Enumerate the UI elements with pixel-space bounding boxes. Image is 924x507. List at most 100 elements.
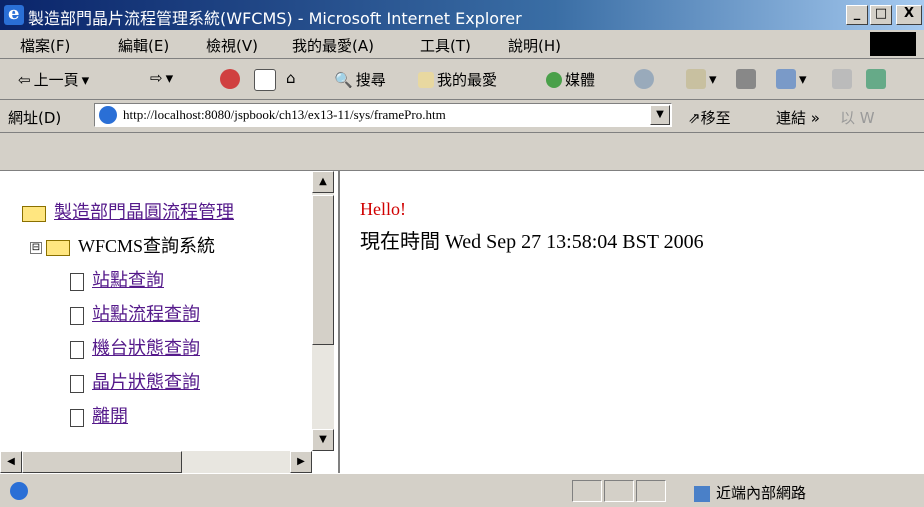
folder-icon	[22, 205, 46, 222]
chevron-down-icon: ▾	[165, 69, 174, 87]
minimize-button[interactable]: _	[846, 5, 868, 25]
tree-item-link[interactable]: 站點查詢	[92, 270, 164, 290]
current-time-text: 現在時間 Wed Sep 27 13:58:04 BST 2006	[360, 231, 704, 253]
main-frame: Hello! 現在時間 Wed Sep 27 13:58:04 BST 2006	[346, 171, 924, 473]
media-label: 媒體	[565, 71, 596, 89]
horizontal-scrollbar[interactable]: ◀ ▶	[0, 451, 312, 473]
scroll-up-button[interactable]: ▲	[312, 171, 334, 193]
security-zone: 近端內部網路	[694, 482, 806, 503]
home-button[interactable]: ⌂	[286, 69, 296, 87]
document-icon	[70, 408, 84, 427]
tree-item[interactable]: 站點查詢	[22, 263, 234, 297]
favorites-button[interactable]: 我的最愛	[418, 69, 497, 90]
status-panel	[604, 480, 634, 502]
back-label: 上一頁	[33, 71, 79, 89]
menu-file[interactable]: 檔案(F)	[20, 35, 70, 56]
folder-icon	[46, 239, 70, 256]
collapse-icon[interactable]: ⊟	[30, 241, 42, 254]
maximize-button[interactable]: □	[870, 5, 892, 25]
address-dropdown-button[interactable]: ▼	[650, 105, 670, 125]
mail-button[interactable]: ▾	[686, 69, 717, 89]
favorites-icon	[418, 71, 434, 88]
scroll-down-button[interactable]: ▼	[312, 429, 334, 451]
media-icon	[546, 71, 562, 88]
discuss-button[interactable]	[832, 69, 852, 89]
stop-icon	[220, 69, 240, 89]
menu-favorites[interactable]: 我的最愛(A)	[292, 35, 374, 56]
go-label: 移至	[700, 109, 731, 127]
status-panel	[636, 480, 666, 502]
tree-root[interactable]: 製造部門晶圓流程管理	[22, 195, 234, 229]
messenger-button[interactable]	[866, 69, 886, 89]
refresh-button[interactable]	[254, 69, 276, 91]
address-bar: 網址(D) http://localhost:8080/jspbook/ch13…	[0, 100, 924, 133]
page-status-icon	[10, 482, 28, 500]
back-arrow-icon: ⇦	[18, 70, 31, 89]
tree-item-link[interactable]: 離開	[92, 406, 128, 426]
navigation-tree: 製造部門晶圓流程管理 ⊟ WFCMS查詢系統 站點查詢 站點流程查詢 機台狀態查詢…	[22, 195, 234, 433]
scroll-right-button[interactable]: ▶	[290, 451, 312, 473]
messenger-icon	[866, 69, 886, 89]
history-icon	[634, 69, 654, 89]
go-button[interactable]: ⇗移至	[688, 107, 731, 128]
back-button[interactable]: ⇦ 上一頁 ▾	[18, 69, 89, 90]
vertical-scrollbar[interactable]: ▲ ▼	[312, 171, 334, 451]
tree-item-link[interactable]: 晶片狀態查詢	[92, 372, 200, 392]
search-button[interactable]: 🔍 搜尋	[334, 69, 386, 90]
chevron-down-icon: ▾	[709, 70, 717, 88]
favorites-label: 我的最愛	[437, 71, 498, 89]
chevron-down-icon: ▾	[81, 70, 90, 89]
navigation-frame: 製造部門晶圓流程管理 ⊟ WFCMS查詢系統 站點查詢 站點流程查詢 機台狀態查詢…	[0, 171, 340, 473]
address-label: 網址(D)	[8, 109, 62, 127]
page-icon	[99, 106, 117, 124]
search-label: 搜尋	[355, 71, 386, 89]
links-label: 連結	[776, 109, 807, 127]
zone-label: 近端內部網路	[716, 484, 807, 502]
tree-item[interactable]: 機台狀態查詢	[22, 331, 234, 365]
toolbar: ⇦ 上一頁 ▾ ⇨ ▾ ⌂ 🔍 搜尋 我的最愛 媒體 ▾ ▾	[0, 59, 924, 100]
tree-item[interactable]: 站點流程查詢	[22, 297, 234, 331]
intranet-icon	[694, 485, 710, 502]
menu-help[interactable]: 說明(H)	[508, 35, 561, 56]
menu-bar: 檔案(F) 編輯(E) 檢視(V) 我的最愛(A) 工具(T) 說明(H)	[0, 30, 924, 59]
forward-arrow-icon: ⇨	[150, 69, 163, 87]
media-button[interactable]: 媒體	[546, 69, 595, 90]
document-icon	[70, 306, 84, 325]
tree-item[interactable]: 離開	[22, 399, 234, 433]
more-chevron-icon: »	[810, 109, 820, 127]
address-url: http://localhost:8080/jspbook/ch13/ex13-…	[123, 107, 446, 122]
status-panel	[572, 480, 602, 502]
status-bar: 近端內部網路	[0, 473, 924, 507]
document-icon	[70, 272, 84, 291]
stop-button[interactable]	[220, 69, 240, 89]
refresh-icon	[254, 69, 276, 91]
home-icon: ⌂	[286, 69, 296, 87]
menu-view[interactable]: 檢視(V)	[206, 35, 258, 56]
scroll-left-button[interactable]: ◀	[0, 451, 22, 473]
ie-logo-icon	[4, 3, 24, 25]
close-button[interactable]: X	[896, 5, 922, 25]
menu-edit[interactable]: 編輯(E)	[118, 35, 169, 56]
tree-root-link[interactable]: 製造部門晶圓流程管理	[54, 202, 234, 222]
history-button[interactable]	[634, 69, 654, 89]
address-input[interactable]: http://localhost:8080/jspbook/ch13/ex13-…	[94, 103, 672, 127]
go-arrow-icon: ⇗	[688, 109, 701, 127]
browser-content: 製造部門晶圓流程管理 ⊟ WFCMS查詢系統 站點查詢 站點流程查詢 機台狀態查詢…	[0, 170, 924, 473]
chevron-down-icon: ▾	[799, 70, 807, 88]
links-button[interactable]: 連結 »	[776, 107, 820, 128]
print-icon	[736, 69, 756, 89]
vertical-scroll-thumb[interactable]	[312, 195, 334, 345]
tree-item-link[interactable]: 站點流程查詢	[92, 304, 200, 324]
print-button[interactable]	[736, 69, 756, 89]
windows-logo-icon	[870, 32, 916, 56]
forward-button[interactable]: ⇨ ▾	[150, 69, 173, 87]
menu-tools[interactable]: 工具(T)	[420, 35, 471, 56]
document-icon	[70, 340, 84, 359]
tree-item-link[interactable]: 機台狀態查詢	[92, 338, 200, 358]
greeting-text: Hello!	[360, 199, 406, 219]
links-extra[interactable]: 以 W	[840, 107, 875, 128]
tree-system[interactable]: ⊟ WFCMS查詢系統	[22, 229, 234, 263]
edit-button[interactable]: ▾	[776, 69, 807, 89]
tree-item[interactable]: 晶片狀態查詢	[22, 365, 234, 399]
horizontal-scroll-thumb[interactable]	[22, 451, 182, 473]
